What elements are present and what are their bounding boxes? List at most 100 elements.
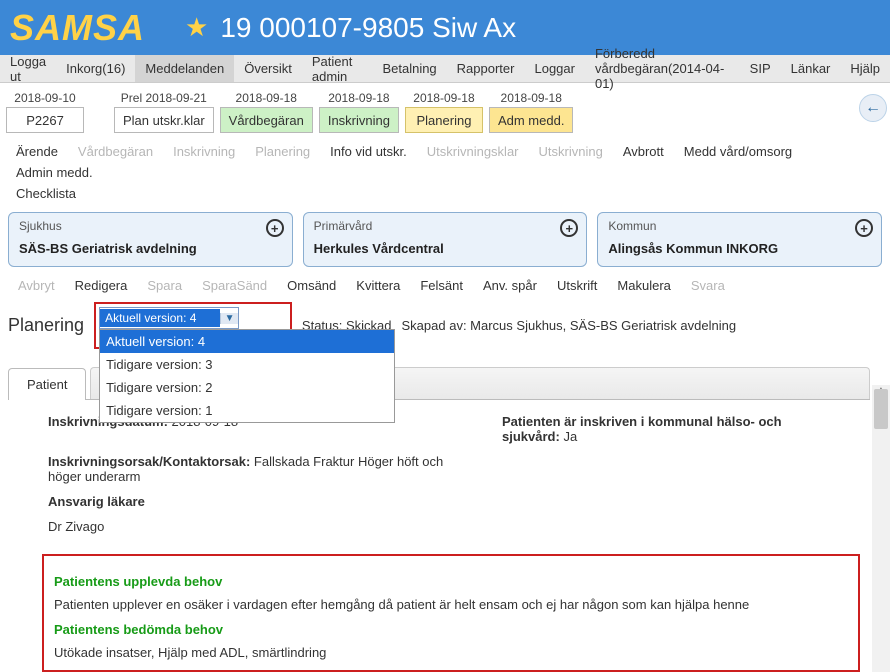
- timeline-inskrivning[interactable]: 2018-09-18 Inskrivning: [319, 91, 399, 133]
- timeline-prel-label: Plan utskr.klar: [114, 107, 214, 133]
- menu-logs[interactable]: Loggar: [524, 55, 584, 82]
- nav-admin-medd[interactable]: Admin medd.: [6, 162, 103, 183]
- back-arrow-icon[interactable]: ←: [859, 94, 887, 122]
- menu-sip[interactable]: SIP: [740, 55, 781, 82]
- nav-utskrivningsklar[interactable]: Utskrivningsklar: [417, 141, 529, 162]
- version-option[interactable]: Tidigare version: 3: [100, 353, 394, 376]
- menu-messages[interactable]: Meddelanden: [135, 55, 234, 82]
- timeline-insk-label: Inskrivning: [319, 107, 399, 133]
- action-avbryt[interactable]: Avbryt: [8, 275, 65, 296]
- plan-title: Planering: [8, 315, 84, 336]
- version-option[interactable]: Tidigare version: 1: [100, 399, 394, 422]
- action-makulera[interactable]: Makulera: [607, 275, 680, 296]
- timeline-planering[interactable]: 2018-09-18 Planering: [405, 91, 483, 133]
- case-timeline: 2018-09-10 P2267 Prel 2018-09-21 Plan ut…: [0, 83, 890, 137]
- kom-label: Patienten är inskriven i kommunal hälso-…: [502, 414, 782, 444]
- card-sjukhus-title: Sjukhus: [19, 219, 282, 233]
- version-select-wrap: Aktuell version: 4 ▼ Aktuell version: 4 …: [99, 307, 287, 329]
- orsak-label: Inskrivningsorsak/Kontaktorsak:: [48, 454, 250, 469]
- ansvarig-lakare-value: Dr Zivago: [48, 519, 822, 534]
- bedomda-behov-heading: Patientens bedömda behov: [54, 622, 848, 637]
- nav-inskrivning[interactable]: Inskrivning: [163, 141, 245, 162]
- add-icon[interactable]: +: [266, 219, 284, 237]
- version-highlight-frame: Aktuell version: 4 ▼ Aktuell version: 4 …: [94, 302, 292, 349]
- action-redigera[interactable]: Redigera: [65, 275, 138, 296]
- card-primar-value: Herkules Vårdcentral: [314, 241, 577, 256]
- card-kommun-title: Kommun: [608, 219, 871, 233]
- action-sparasand[interactable]: SparaSänd: [192, 275, 277, 296]
- action-kvittera[interactable]: Kvittera: [346, 275, 410, 296]
- chevron-down-icon[interactable]: ▼: [220, 313, 238, 324]
- scroll-thumb[interactable]: [874, 389, 888, 429]
- created-by: Skapad av: Marcus Sjukhus, SÄS-BS Geriat…: [402, 318, 737, 333]
- timeline-case[interactable]: 2018-09-10 P2267: [6, 91, 84, 133]
- nav-info-vid-utskr[interactable]: Info vid utskr.: [320, 141, 417, 162]
- ansvarig-lakare-label: Ansvarig läkare: [48, 494, 822, 509]
- behov-highlight-frame: Patientens upplevda behov Patienten uppl…: [42, 554, 860, 672]
- menu-inbox[interactable]: Inkorg(16): [56, 55, 135, 82]
- version-dropdown[interactable]: Aktuell version: 4 Tidigare version: 3 T…: [99, 329, 395, 423]
- action-anvspar[interactable]: Anv. spår: [473, 275, 547, 296]
- nav-medd-vard[interactable]: Medd vård/omsorg: [674, 141, 802, 162]
- timeline-plan-date: 2018-09-18: [413, 91, 474, 105]
- nav-planering[interactable]: Planering: [245, 141, 320, 162]
- card-kommun[interactable]: + Kommun Alingsås Kommun INKORG: [597, 212, 882, 267]
- version-selected-text: Aktuell version: 4: [100, 309, 220, 327]
- app-header: SAMSA ★ 19 000107-9805 Siw Ax: [0, 0, 890, 55]
- menu-links[interactable]: Länkar: [781, 55, 841, 82]
- timeline-prel[interactable]: Prel 2018-09-21 Plan utskr.klar: [114, 91, 214, 133]
- card-sjukhus-value: SÄS-BS Geriatrisk avdelning: [19, 241, 282, 256]
- menu-prepared-care[interactable]: Förberedd vårdbegäran(2014-04-01): [585, 55, 740, 82]
- back-button-col: ←: [856, 83, 890, 133]
- section-nav: Ärende Vårdbegäran Inskrivning Planering…: [0, 137, 890, 206]
- tab-patient[interactable]: Patient: [8, 368, 86, 400]
- nav-arende[interactable]: Ärende: [6, 141, 68, 162]
- kom-value: Ja: [563, 429, 577, 444]
- add-icon[interactable]: +: [560, 219, 578, 237]
- card-primar-title: Primärvård: [314, 219, 577, 233]
- action-bar: Avbryt Redigera Spara SparaSänd Omsänd K…: [0, 273, 890, 300]
- favorite-star-icon[interactable]: ★: [185, 12, 208, 43]
- kommunal-inskriven: Patienten är inskriven i kommunal hälso-…: [502, 414, 822, 444]
- action-felsant[interactable]: Felsänt: [410, 275, 473, 296]
- card-sjukhus[interactable]: + Sjukhus SÄS-BS Geriatrisk avdelning: [8, 212, 293, 267]
- upplevda-behov-heading: Patientens upplevda behov: [54, 574, 848, 589]
- menu-patient-admin[interactable]: Patient admin: [302, 55, 373, 82]
- version-select[interactable]: Aktuell version: 4 ▼: [99, 307, 239, 329]
- card-primarvard[interactable]: + Primärvård Herkules Vårdcentral: [303, 212, 588, 267]
- add-icon[interactable]: +: [855, 219, 873, 237]
- nav-vardbegaran[interactable]: Vårdbegäran: [68, 141, 163, 162]
- timeline-adm-medd[interactable]: 2018-09-18 Adm medd.: [489, 91, 573, 133]
- action-svara[interactable]: Svara: [681, 275, 735, 296]
- timeline-vard-date: 2018-09-18: [236, 91, 297, 105]
- version-option[interactable]: Aktuell version: 4: [100, 330, 394, 353]
- timeline-prel-date: Prel 2018-09-21: [121, 91, 207, 105]
- bedomda-behov-text: Utökade insatser, Hjälp med ADL, smärtli…: [54, 645, 848, 660]
- timeline-case-date: 2018-09-10: [14, 91, 75, 105]
- action-utskrift[interactable]: Utskrift: [547, 275, 607, 296]
- timeline-vard-label: Vårdbegäran: [220, 107, 313, 133]
- timeline-adm-label: Adm medd.: [489, 107, 573, 133]
- nav-avbrott[interactable]: Avbrott: [613, 141, 674, 162]
- timeline-vardbegaran[interactable]: 2018-09-18 Vårdbegäran: [220, 91, 313, 133]
- org-cards: + Sjukhus SÄS-BS Geriatrisk avdelning + …: [0, 206, 890, 273]
- upplevda-behov-text: Patienten upplever en osäker i vardagen …: [54, 597, 848, 612]
- scrollbar-vertical[interactable]: ▲: [872, 385, 890, 672]
- menu-payment[interactable]: Betalning: [372, 55, 446, 82]
- ansv-label: Ansvarig läkare: [48, 494, 145, 509]
- card-kommun-value: Alingsås Kommun INKORG: [608, 241, 871, 256]
- patient-identifier: 19 000107-9805 Siw Ax: [220, 12, 516, 44]
- menu-overview[interactable]: Översikt: [234, 55, 302, 82]
- action-omsand[interactable]: Omsänd: [277, 275, 346, 296]
- menu-help[interactable]: Hjälp: [840, 55, 890, 82]
- menu-logout[interactable]: Logga ut: [0, 55, 56, 82]
- main-menu: Logga ut Inkorg(16) Meddelanden Översikt…: [0, 55, 890, 83]
- inskrivningsorsak: Inskrivningsorsak/Kontaktorsak: Fallskad…: [48, 454, 478, 484]
- action-spara[interactable]: Spara: [137, 275, 192, 296]
- app-name: SAMSA: [10, 7, 145, 49]
- timeline-case-id: P2267: [6, 107, 84, 133]
- menu-reports[interactable]: Rapporter: [447, 55, 525, 82]
- nav-utskrivning[interactable]: Utskrivning: [529, 141, 613, 162]
- nav-checklista[interactable]: Checklista: [6, 183, 86, 204]
- version-option[interactable]: Tidigare version: 2: [100, 376, 394, 399]
